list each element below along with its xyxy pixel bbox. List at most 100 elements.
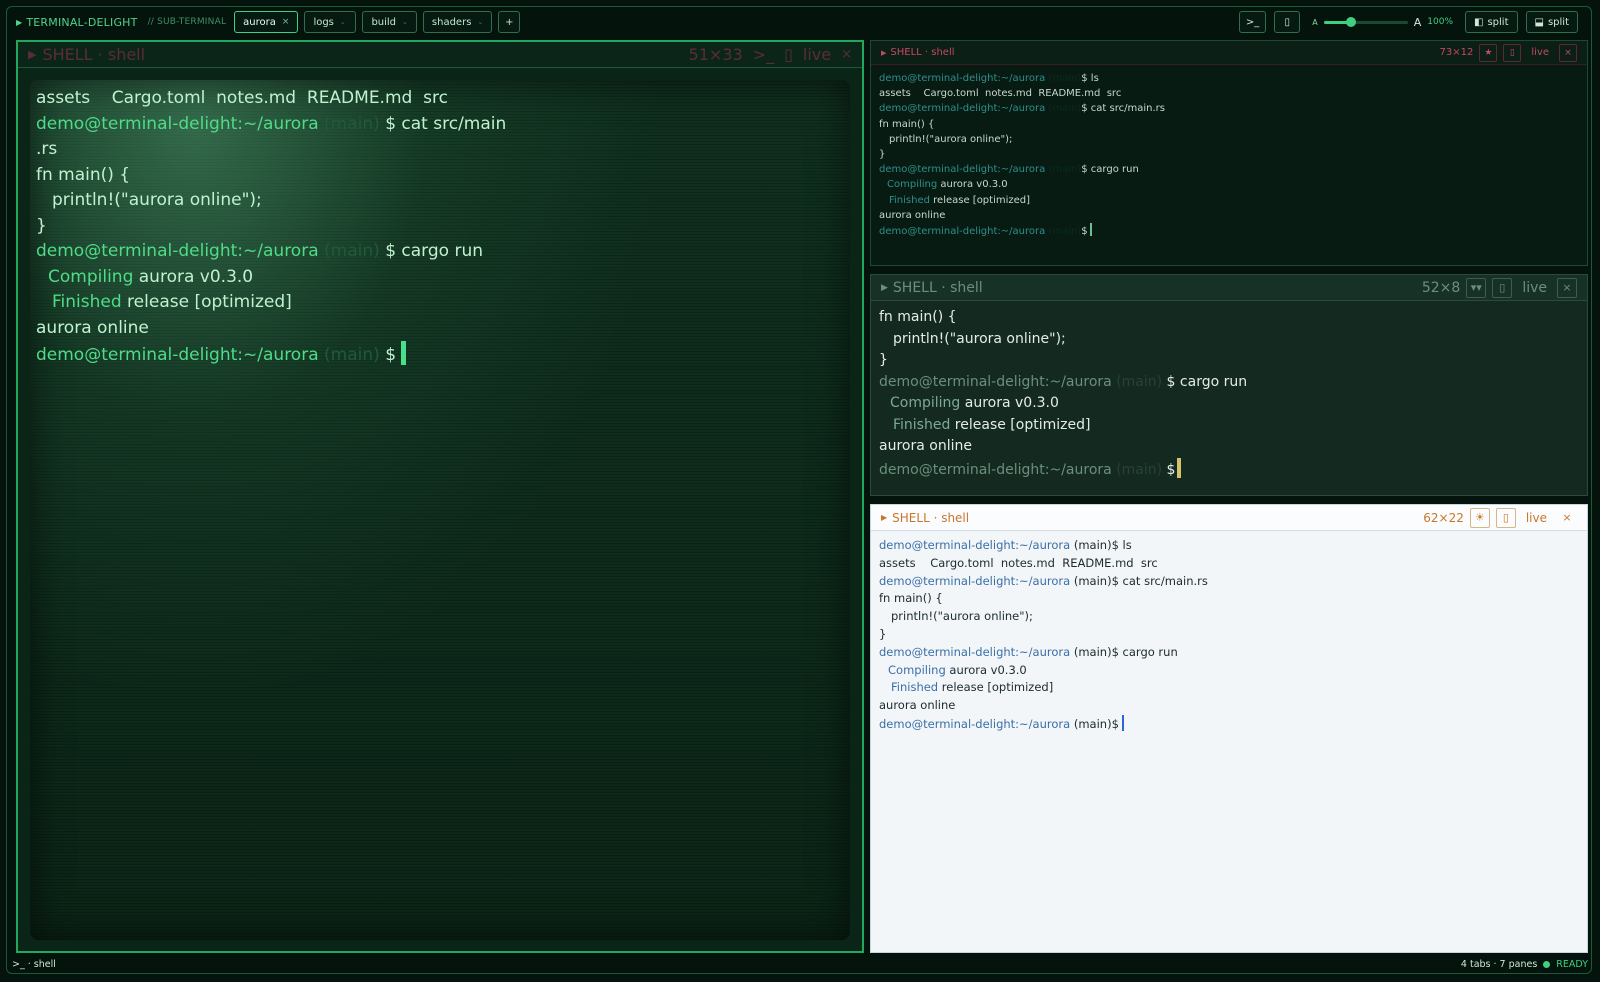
build-status: Finished	[891, 680, 939, 695]
pane-middle-right[interactable]: ▶ SHELL · shell 52×8 ▾▾ ▯ live × fn main…	[870, 274, 1588, 496]
add-tab-button[interactable]: +	[498, 11, 521, 33]
terminal-line: fn main() {	[36, 163, 506, 189]
prompt-branch: (main)	[1048, 73, 1082, 84]
document-button[interactable]: ▯	[1274, 11, 1301, 33]
terminal-output: demo@terminal-delight:~/aurora (main) $ l…	[871, 531, 1587, 740]
prompt-symbol: $	[1081, 226, 1088, 238]
pane-bottom-right[interactable]: ▶ SHELL · shell 62×22 ☀ ▯ live × demo@te…	[870, 504, 1588, 953]
play-icon: ▶	[881, 513, 888, 522]
close-icon[interactable]: ×	[1559, 43, 1577, 62]
chevron-down-icon[interactable]: ⌄	[402, 18, 408, 26]
command: cat src/main	[396, 113, 507, 134]
code-line: fn main() {	[879, 591, 943, 606]
prompt-path: :~/aurora	[997, 226, 1046, 238]
tab-shaders[interactable]: shaders ⌄	[422, 11, 493, 33]
prompt-button[interactable]: >_	[753, 45, 774, 64]
ls-output: assets Cargo.toml notes.md README.md src	[36, 88, 448, 108]
zoom-slider[interactable]	[1323, 16, 1408, 27]
tab-label: logs	[313, 16, 334, 28]
tab-logs[interactable]: logs ⌄	[304, 11, 357, 33]
crt-screen[interactable]: assets Cargo.toml notes.md README.md src…	[30, 80, 850, 940]
tab-strip: aurora × logs ⌄ build ⌄ shaders ⌄ +	[234, 11, 521, 33]
terminal-line: demo@terminal-delight:~/aurora (main) $ …	[36, 112, 506, 138]
pane-dimensions: 51×33	[688, 45, 743, 64]
command: cargo run	[1087, 164, 1139, 176]
terminal-line: demo@terminal-delight:~/aurora (main)$	[879, 223, 1579, 239]
terminal-line: assets Cargo.toml notes.md README.md src	[879, 555, 1579, 573]
pane-crt[interactable]: ▶ SHELL · shell 51×33 >_ ▯ live × assets…	[16, 40, 864, 953]
tab-aurora[interactable]: aurora ×	[234, 11, 299, 33]
prompt-button[interactable]: >_	[1238, 11, 1267, 33]
command: cargo run	[1175, 373, 1248, 390]
prompt-path: :~/aurora	[997, 73, 1046, 84]
live-toggle[interactable]: live	[1522, 511, 1551, 525]
terminal-line: .rs	[36, 137, 506, 163]
prompt-user: demo@terminal-delight	[879, 538, 1016, 552]
close-icon[interactable]: ×	[1557, 508, 1577, 528]
terminal-output: assets Cargo.toml notes.md README.md src…	[36, 86, 506, 369]
build-detail: release [optimized]	[950, 416, 1091, 433]
pane-top-right[interactable]: ▶ SHELL · shell 73×12 ★ ▯ live × demo@te…	[870, 40, 1588, 266]
close-icon[interactable]: ×	[282, 17, 290, 27]
brand: ▶ TERMINAL-DELIGHT // SUB-TERMINAL	[16, 16, 226, 29]
terminal-line: Compiling aurora v0.3.0	[879, 662, 1579, 680]
document-button[interactable]: ▯	[1492, 277, 1513, 298]
close-icon[interactable]: ×	[841, 47, 852, 62]
terminal-line: Finished release [optimized]	[36, 290, 506, 316]
prompt-symbol: $	[1166, 461, 1176, 478]
prompt-branch: (main)	[1073, 716, 1112, 731]
prompt-path: :~/aurora	[1044, 373, 1112, 390]
live-toggle[interactable]: live	[803, 45, 831, 64]
split-horizontal-button[interactable]: ⬓ split	[1525, 11, 1578, 33]
terminal-line: Compiling aurora v0.3.0	[879, 177, 1579, 192]
pane-dimensions: 62×22	[1423, 510, 1464, 525]
terminal-cursor	[1177, 457, 1182, 478]
prompt-user: demo@terminal-delight	[879, 164, 998, 176]
live-toggle[interactable]: live	[1518, 280, 1551, 296]
collapse-icon[interactable]: ▾▾	[1466, 277, 1487, 298]
status-dot-icon	[1543, 960, 1551, 968]
program-output: aurora online	[879, 698, 956, 713]
command: cat src/main.rs	[1087, 103, 1165, 115]
prompt-branch: (main)	[324, 113, 380, 134]
zoom-out-label[interactable]: A	[1312, 18, 1317, 27]
close-icon[interactable]: ×	[1557, 277, 1577, 298]
build-status: Compiling	[48, 266, 134, 287]
chevron-down-icon[interactable]: ⌄	[477, 18, 483, 26]
live-toggle[interactable]: live	[1527, 47, 1553, 58]
build-status: Finished	[889, 194, 930, 206]
zoom-in-label[interactable]: A	[1414, 16, 1422, 29]
star-icon[interactable]: ★	[1479, 43, 1498, 62]
prompt-user: demo@terminal-delight	[36, 345, 238, 365]
command: ls	[1118, 538, 1132, 552]
chevron-down-icon[interactable]: ⌄	[340, 18, 346, 26]
prompt-branch: (main)	[1116, 373, 1163, 390]
tab-label: aurora	[243, 16, 276, 28]
sun-icon[interactable]: ☀	[1469, 507, 1490, 528]
terminal-line: aurora online	[879, 697, 1579, 715]
ls-output: assets Cargo.toml notes.md README.md src	[879, 88, 1122, 100]
prompt-path: :~/aurora	[1015, 538, 1071, 552]
tab-build[interactable]: build ⌄	[362, 11, 417, 33]
prompt-path: :~/aurora	[1044, 461, 1112, 478]
terminal-line: }	[879, 147, 1579, 162]
zoom-control: A A 100%	[1312, 16, 1453, 29]
status-left: >_ · shell	[12, 958, 56, 970]
prompt-branch: (main)	[1048, 164, 1082, 176]
pane-header: ▶ SHELL · shell 73×12 ★ ▯ live ×	[871, 41, 1587, 65]
document-button[interactable]: ▯	[784, 45, 793, 64]
terminal-line: Finished release [optimized]	[879, 193, 1579, 208]
terminal-line: }	[36, 214, 506, 240]
terminal-output: demo@terminal-delight:~/aurora (main)$ l…	[871, 65, 1587, 245]
zoom-slider-knob[interactable]	[1345, 16, 1356, 27]
terminal-line: assets Cargo.toml notes.md README.md src	[879, 86, 1579, 101]
prompt-branch: (main)	[1048, 226, 1082, 238]
prompt-symbol: $	[1111, 644, 1119, 659]
command: cargo run	[396, 241, 484, 261]
build-detail: aurora v0.3.0	[945, 662, 1027, 677]
document-button[interactable]: ▯	[1503, 43, 1522, 62]
split-vertical-button[interactable]: ◧ split	[1465, 11, 1518, 33]
document-button[interactable]: ▯	[1495, 507, 1516, 528]
terminal-line: aurora online	[36, 316, 506, 342]
code-line: println!("aurora online");	[52, 190, 262, 210]
